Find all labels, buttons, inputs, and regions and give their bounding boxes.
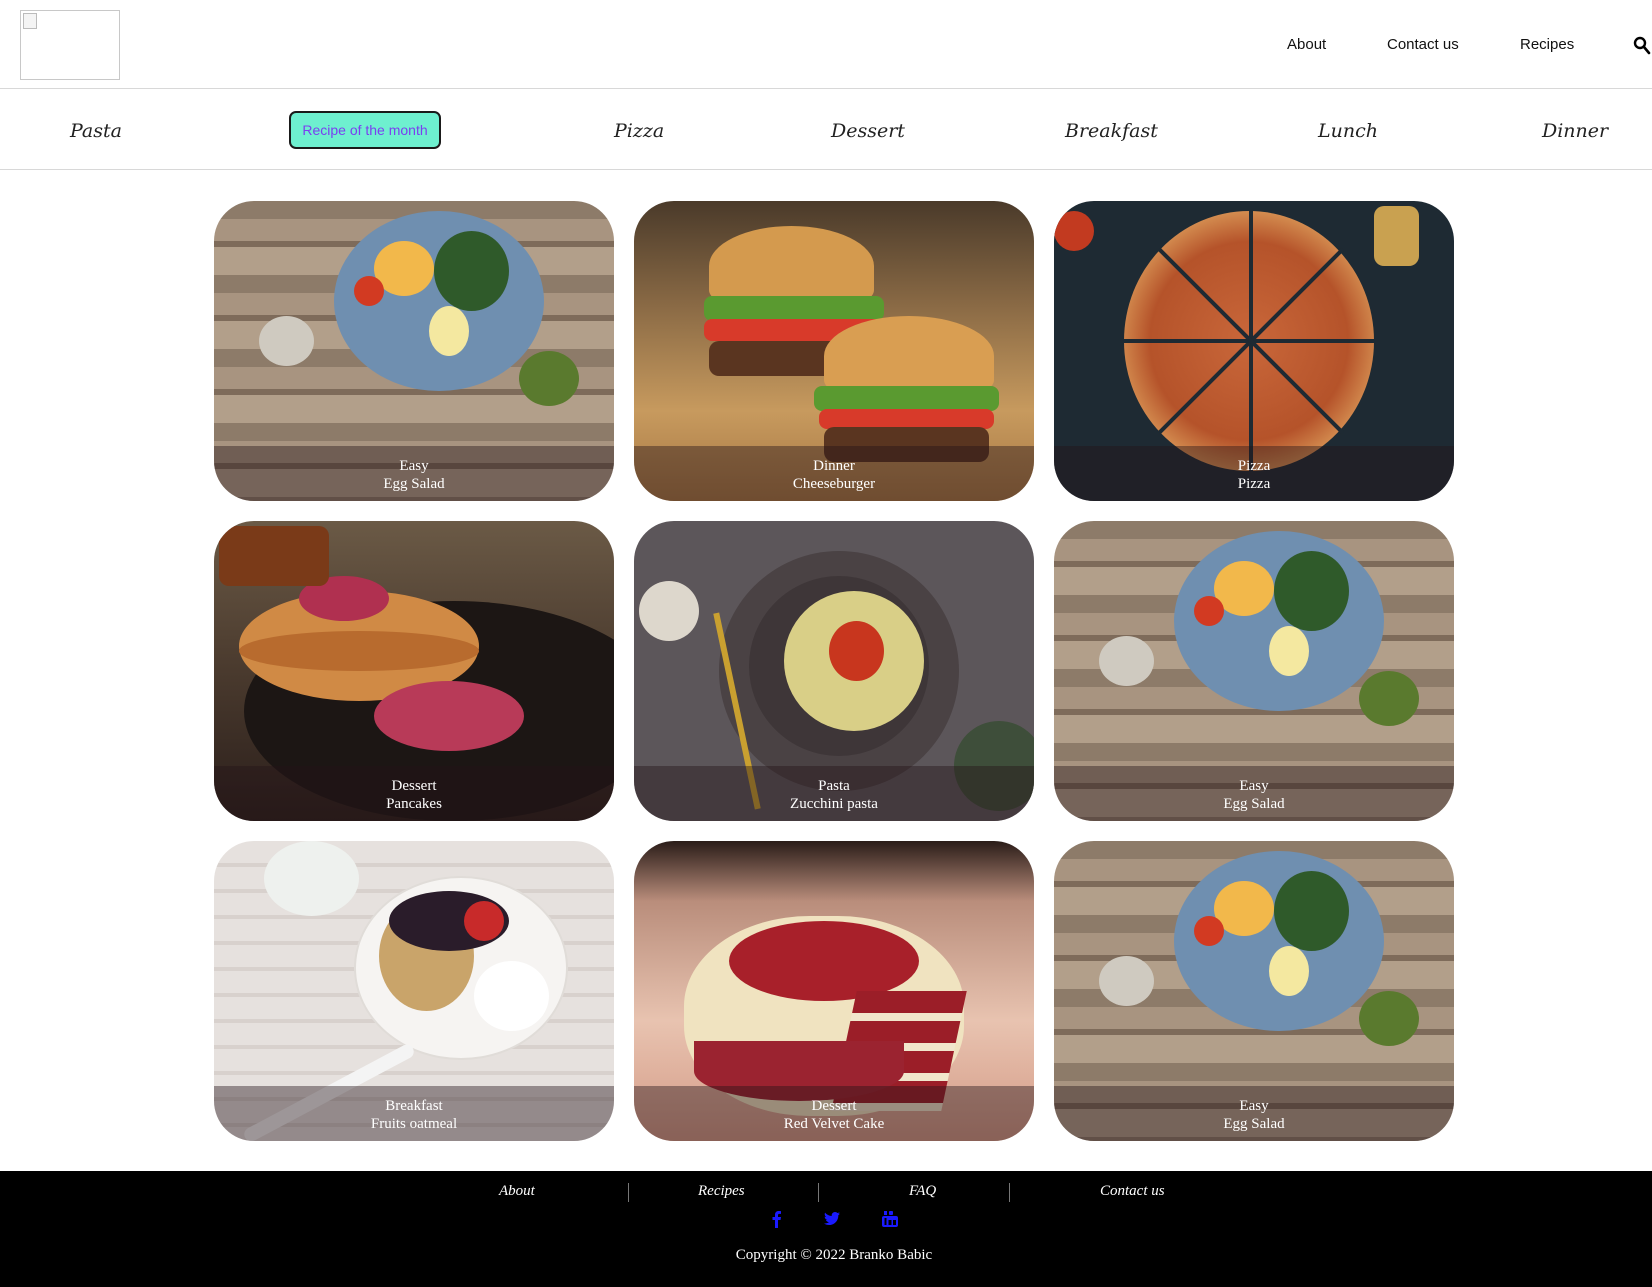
card-category: Easy bbox=[1239, 1098, 1269, 1114]
card-category: Dessert bbox=[391, 778, 437, 794]
card-category: Easy bbox=[1239, 778, 1269, 794]
nav-about-link[interactable]: About bbox=[1287, 36, 1326, 53]
card-caption: Dessert Pancakes bbox=[214, 766, 614, 821]
category-pizza[interactable]: Pizza bbox=[614, 120, 664, 142]
card-title: Red Velvet Cake bbox=[783, 1116, 885, 1132]
footer-separator bbox=[1009, 1183, 1010, 1202]
card-category: Pizza bbox=[1237, 458, 1271, 474]
category-pasta[interactable]: Pasta bbox=[70, 120, 122, 142]
site-logo[interactable] bbox=[20, 10, 120, 80]
card-title: Pizza bbox=[1237, 476, 1271, 492]
footer-recipes-link[interactable]: Recipes bbox=[698, 1183, 745, 1200]
card-title: Egg Salad bbox=[1223, 796, 1285, 812]
recipe-card[interactable]: Easy Egg Salad bbox=[214, 201, 614, 501]
card-category: Pasta bbox=[818, 778, 850, 794]
nav-recipes-link[interactable]: Recipes bbox=[1520, 36, 1574, 53]
site-header: About Contact us Recipes bbox=[0, 0, 1652, 89]
recipe-card[interactable]: Dinner Cheeseburger bbox=[634, 201, 1034, 501]
site-footer: About Recipes FAQ Contact us Copyright ©… bbox=[0, 1171, 1652, 1287]
recipe-card[interactable]: Dessert Pancakes bbox=[214, 521, 614, 821]
recipe-card[interactable]: Easy Egg Salad bbox=[1054, 521, 1454, 821]
footer-separator bbox=[818, 1183, 819, 1202]
card-title: Egg Salad bbox=[1223, 1116, 1285, 1132]
card-caption: Easy Egg Salad bbox=[1054, 766, 1454, 821]
recipe-card[interactable]: Easy Egg Salad bbox=[1054, 841, 1454, 1141]
card-caption: Pizza Pizza bbox=[1054, 446, 1454, 501]
card-caption: Dinner Cheeseburger bbox=[634, 446, 1034, 501]
recipe-card[interactable]: Pasta Zucchini pasta bbox=[634, 521, 1034, 821]
footer-about-link[interactable]: About bbox=[499, 1183, 535, 1200]
search-icon[interactable] bbox=[1633, 36, 1651, 56]
category-breakfast[interactable]: Breakfast bbox=[1065, 120, 1158, 142]
category-dessert[interactable]: Dessert bbox=[831, 120, 905, 142]
footer-contact-link[interactable]: Contact us bbox=[1100, 1183, 1165, 1200]
card-category: Easy bbox=[399, 458, 429, 474]
youtube-icon[interactable] bbox=[881, 1210, 899, 1228]
footer-separator bbox=[628, 1183, 629, 1202]
card-caption: Dessert Red Velvet Cake bbox=[634, 1086, 1034, 1141]
card-title: Pancakes bbox=[386, 796, 442, 812]
category-lunch[interactable]: Lunch bbox=[1318, 120, 1378, 142]
card-category: Dessert bbox=[811, 1098, 857, 1114]
card-caption: Breakfast Fruits oatmeal bbox=[214, 1086, 614, 1141]
copyright-text: Copyright © 2022 Branko Babic bbox=[735, 1247, 933, 1263]
card-title: Egg Salad bbox=[383, 476, 445, 492]
card-category: Dinner bbox=[813, 458, 855, 474]
card-caption: Easy Egg Salad bbox=[214, 446, 614, 501]
recipe-card[interactable]: Breakfast Fruits oatmeal bbox=[214, 841, 614, 1141]
card-category: Breakfast bbox=[385, 1098, 443, 1114]
recipe-of-the-month-button[interactable]: Recipe of the month bbox=[289, 111, 441, 149]
card-caption: Pasta Zucchini pasta bbox=[634, 766, 1034, 821]
facebook-icon[interactable] bbox=[768, 1210, 786, 1228]
category-dinner[interactable]: Dinner bbox=[1542, 120, 1608, 142]
footer-faq-link[interactable]: FAQ bbox=[909, 1183, 936, 1200]
card-title: Fruits oatmeal bbox=[370, 1116, 458, 1132]
card-title: Cheeseburger bbox=[792, 476, 876, 492]
recipe-card[interactable]: Pizza Pizza bbox=[1054, 201, 1454, 501]
recipe-card[interactable]: Dessert Red Velvet Cake bbox=[634, 841, 1034, 1141]
card-caption: Easy Egg Salad bbox=[1054, 1086, 1454, 1141]
nav-contact-link[interactable]: Contact us bbox=[1387, 36, 1459, 53]
twitter-icon[interactable] bbox=[823, 1210, 841, 1228]
category-bar: Pasta Pizza Dessert Breakfast Lunch Dinn… bbox=[0, 89, 1652, 170]
card-title: Zucchini pasta bbox=[790, 796, 878, 812]
